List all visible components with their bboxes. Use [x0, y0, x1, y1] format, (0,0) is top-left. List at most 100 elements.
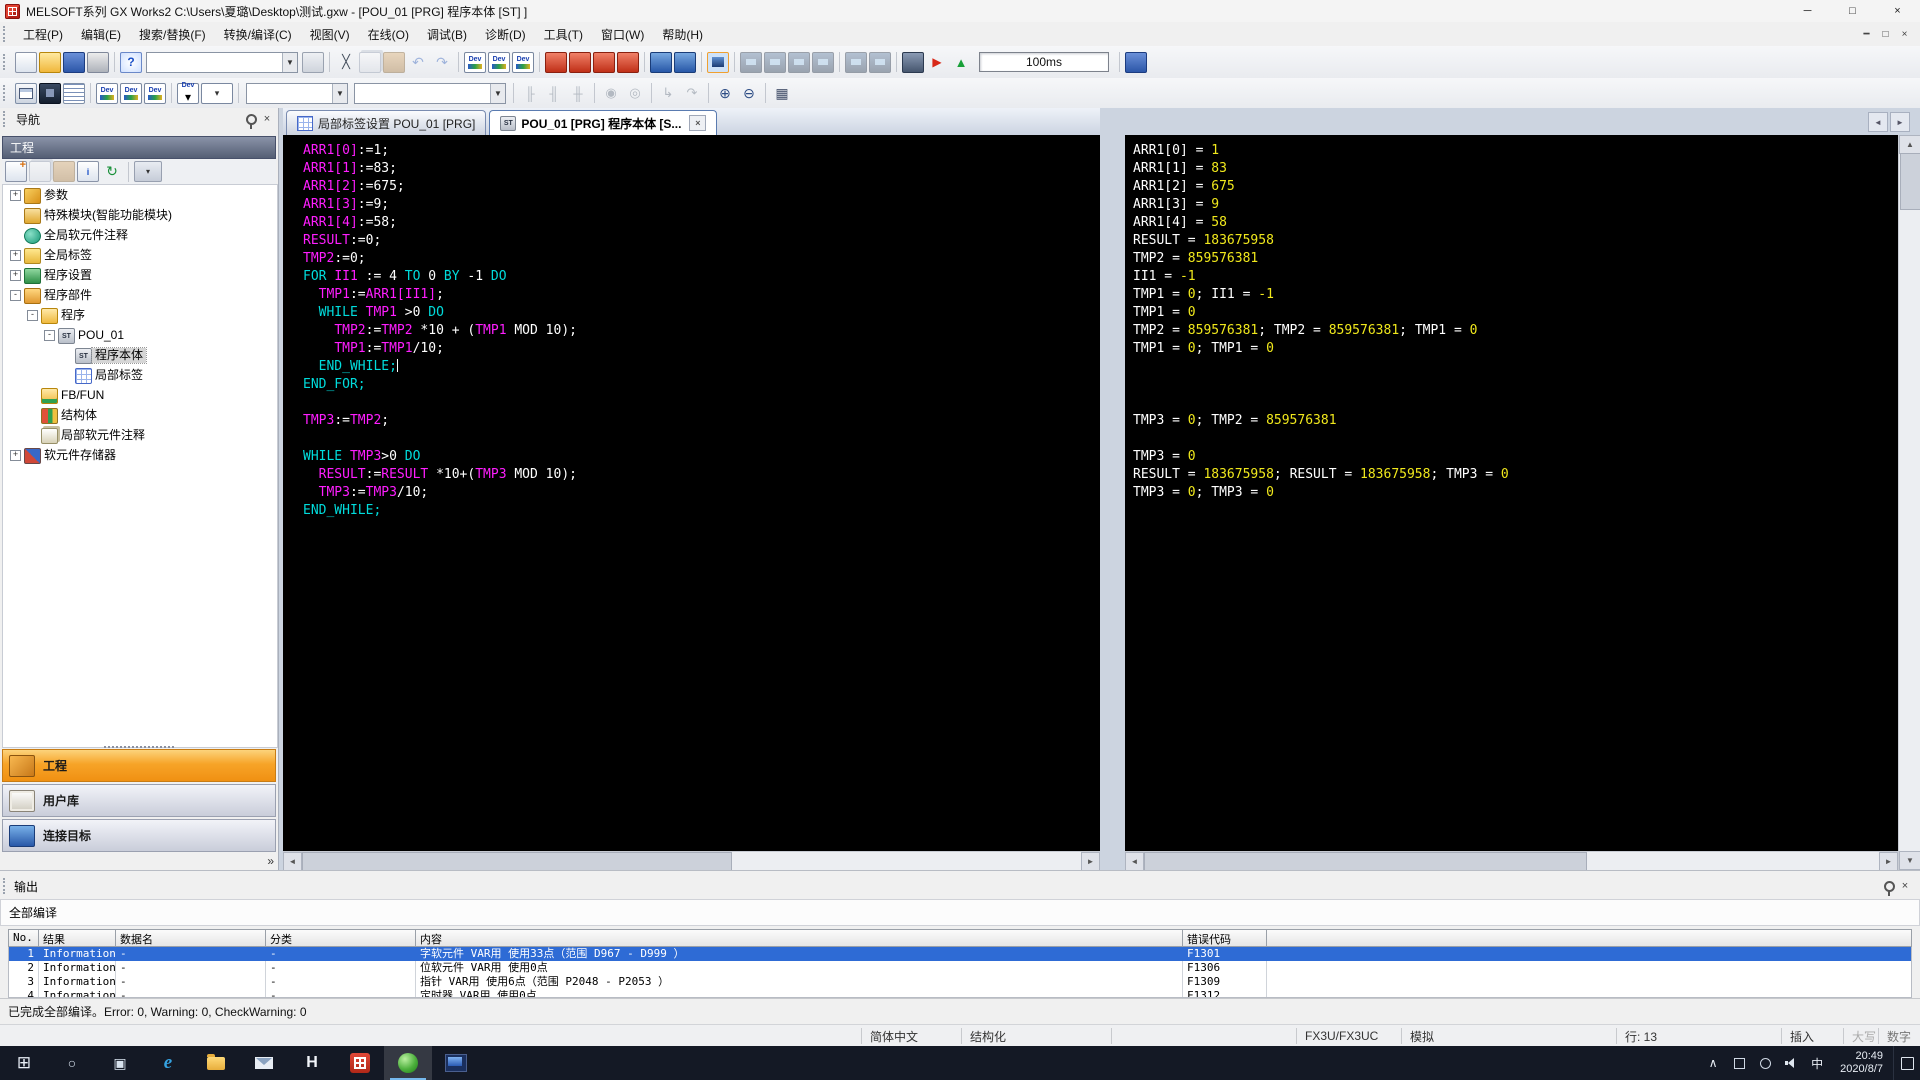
menu-搜索/替换[interactable]: 搜索/替换(F) — [130, 25, 215, 45]
mail-icon[interactable] — [240, 1046, 288, 1080]
monitor-hscrollbar[interactable]: ◄ ► — [1125, 851, 1898, 870]
tab-scroll-right-icon[interactable]: ► — [1890, 112, 1910, 132]
project-selector-combo[interactable]: ▼ — [146, 52, 298, 73]
watch-start-icon[interactable] — [788, 52, 810, 73]
output-pin-icon[interactable] — [1884, 881, 1895, 892]
scroll-right-icon[interactable]: ► — [1879, 852, 1898, 871]
scroll-right-icon[interactable]: ► — [1081, 852, 1100, 871]
menu-帮助[interactable]: 帮助(H) — [653, 25, 712, 45]
tray-ime-indicator[interactable]: 中 — [1804, 1046, 1830, 1080]
print-icon[interactable] — [87, 52, 109, 73]
verify-with-plc-icon[interactable] — [617, 52, 639, 73]
output-window-icon[interactable] — [63, 83, 85, 104]
tree-item-全局标签[interactable]: +全局标签 — [3, 245, 277, 265]
watch-stop-icon[interactable] — [812, 52, 834, 73]
search-button[interactable]: ○ — [48, 1046, 96, 1080]
st-code-editor[interactable]: ARR1[0]:=1;ARR1[1]:=83;ARR1[2]:=675;ARR1… — [283, 135, 1100, 852]
sort-filter-dropdown[interactable]: ▾ — [134, 161, 162, 182]
monitor-start-icon[interactable] — [740, 52, 762, 73]
tab-close-icon[interactable]: × — [689, 115, 706, 131]
step-over-icon[interactable]: ╢ — [543, 83, 565, 104]
taskbar-clock[interactable]: 20:49 2020/8/7 — [1830, 1050, 1893, 1076]
tree-item-局部标签[interactable]: 局部标签 — [3, 365, 277, 385]
device-reference-icon[interactable]: Dev — [144, 83, 166, 104]
file-explorer-icon[interactable] — [192, 1046, 240, 1080]
new-data-icon[interactable] — [5, 161, 27, 182]
undo-icon[interactable]: ↶ — [407, 52, 429, 73]
output-filter-label[interactable]: 全部编译 — [0, 899, 1920, 926]
column-header-内容[interactable]: 内容 — [416, 930, 1183, 946]
menu-编辑[interactable]: 编辑(E) — [72, 25, 130, 45]
menu-转换/编译[interactable]: 转换/编译(C) — [215, 25, 301, 45]
tray-network-icon[interactable] — [1752, 1046, 1778, 1080]
breakpoint-clear-icon[interactable]: ◎ — [624, 83, 646, 104]
output-row[interactable]: 3Information--指针 VAR用 使用6点（范围 P2048 - P2… — [9, 975, 1911, 989]
device-memory-icon[interactable]: Dev — [488, 52, 510, 73]
copy-icon[interactable] — [359, 52, 381, 73]
app-red-icon[interactable] — [336, 1046, 384, 1080]
scroll-left-icon[interactable]: ◄ — [1125, 852, 1144, 871]
tree-item-程序[interactable]: -程序 — [3, 305, 277, 325]
simulation-icon[interactable] — [902, 52, 924, 73]
forced-on-off-icon[interactable] — [869, 52, 891, 73]
help-icon[interactable]: ? — [120, 52, 142, 73]
device-initial-value-icon[interactable]: Dev — [512, 52, 534, 73]
zoom-in-icon[interactable]: ⊕ — [714, 83, 736, 104]
task-view-button[interactable]: ▣ — [96, 1046, 144, 1080]
tree-item-特殊模块(智能功能模块)[interactable]: 特殊模块(智能功能模块) — [3, 205, 277, 225]
scroll-left-icon[interactable]: ◄ — [283, 852, 302, 871]
nav-button-工程[interactable]: 工程 — [2, 749, 276, 782]
menu-工程[interactable]: 工程(P) — [14, 25, 72, 45]
tree-item-程序本体[interactable]: ST程序本体 — [3, 345, 277, 365]
column-header-结果[interactable]: 结果 — [39, 930, 116, 946]
maximize-button[interactable]: □ — [1830, 0, 1875, 22]
copy-data-icon[interactable] — [29, 161, 51, 182]
nav-button-用户库[interactable]: 用户库 — [2, 784, 276, 817]
tray-volume-icon[interactable] — [1778, 1046, 1804, 1080]
expand-plus-icon[interactable]: + — [10, 270, 21, 281]
start-button[interactable]: ⊞ — [0, 1046, 48, 1080]
step-in-icon[interactable]: ╟ — [519, 83, 541, 104]
zoom-out-icon[interactable]: ⊖ — [738, 83, 760, 104]
tray-chevron-icon[interactable]: ∧ — [1700, 1046, 1726, 1080]
collapse-minus-icon[interactable]: - — [44, 330, 55, 341]
output-row[interactable]: 4Information--定时器 VAR用 使用0点F1312 — [9, 989, 1911, 998]
expand-plus-icon[interactable]: + — [10, 250, 21, 261]
monitor-stop-icon[interactable] — [764, 52, 786, 73]
st-monitor-view[interactable]: ARR1[0] = 1ARR1[1] = 83ARR1[2] = 675ARR1… — [1125, 135, 1898, 852]
expand-plus-icon[interactable]: + — [10, 450, 21, 461]
nav-close-icon[interactable]: × — [260, 112, 274, 126]
menu-窗口[interactable]: 窗口(W) — [592, 25, 653, 45]
monitor-write-icon[interactable] — [593, 52, 615, 73]
scroll-up-icon[interactable]: ▲ — [1899, 135, 1920, 154]
nav-drag-handle[interactable] — [3, 111, 10, 127]
tab-POU_01 [PRG] 程序本体 [S...[interactable]: STPOU_01 [PRG] 程序本体 [S...× — [489, 110, 717, 135]
output-row[interactable]: 2Information--位软元件 VAR用 使用0点F1306 — [9, 961, 1911, 975]
device-batch-monitor-icon[interactable]: Dev — [120, 83, 142, 104]
child-restore-button[interactable]: □ — [1876, 26, 1895, 43]
app-blue-icon[interactable] — [432, 1046, 480, 1080]
menubar-drag-handle[interactable] — [3, 26, 10, 42]
breakpoint-set-icon[interactable]: ◉ — [600, 83, 622, 104]
new-project-icon[interactable] — [15, 52, 37, 73]
output-row[interactable]: 1Information--字软元件 VAR用 使用33点（范围 D967 - … — [9, 947, 1911, 961]
write-to-plc-icon[interactable] — [545, 52, 567, 73]
save-project-icon[interactable] — [63, 52, 85, 73]
app-h-icon[interactable]: H — [288, 1046, 336, 1080]
device-use-list-icon[interactable]: Dev — [96, 83, 118, 104]
minimize-button[interactable]: ─ — [1785, 0, 1830, 22]
menu-在线[interactable]: 在线(O) — [359, 25, 418, 45]
output-drag-handle[interactable] — [3, 878, 10, 894]
read-from-plc-icon[interactable] — [569, 52, 591, 73]
column-header-数据名[interactable]: 数据名 — [116, 930, 266, 946]
child-close-button[interactable]: × — [1895, 26, 1914, 43]
run-to-cursor-icon[interactable]: ↳ — [657, 83, 679, 104]
intelligent-module-icon[interactable] — [39, 83, 61, 104]
collapse-minus-icon[interactable]: - — [27, 310, 38, 321]
menu-工具[interactable]: 工具(T) — [535, 25, 592, 45]
editor-hscrollbar[interactable]: ◄ ► — [283, 851, 1100, 870]
device-test-icon[interactable] — [845, 52, 867, 73]
device-comment-icon[interactable]: Dev — [464, 52, 486, 73]
tree-item-结构体[interactable]: 结构体 — [3, 405, 277, 425]
open-project-icon[interactable] — [39, 52, 61, 73]
